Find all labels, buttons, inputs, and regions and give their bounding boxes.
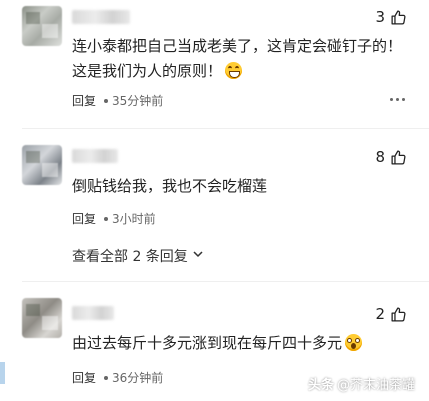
more-options-icon[interactable] <box>390 98 405 101</box>
reply-button[interactable]: 回复 <box>72 210 96 227</box>
like-count: 2 <box>375 305 385 323</box>
watermark-platform: 头条 <box>307 378 334 393</box>
watermark: 头条 @芥末油茶罐 <box>308 374 415 393</box>
comment-meta: 回复 35分钟前 <box>72 92 163 109</box>
grinning-emoji-icon <box>225 62 243 79</box>
separator-dot <box>104 98 109 103</box>
screaming-emoji-icon <box>345 334 363 351</box>
thumbs-up-icon <box>390 9 407 26</box>
divider <box>22 128 429 129</box>
comment-body: 由过去每斤十多元涨到现在每斤四十多元 <box>72 334 343 352</box>
scroll-edge-marker <box>0 362 5 384</box>
comment-meta: 回复 36分钟前 <box>72 369 163 386</box>
username-blurred[interactable] <box>72 306 114 320</box>
divider <box>22 281 429 282</box>
reply-button[interactable]: 回复 <box>72 369 96 386</box>
like-button[interactable]: 8 <box>375 148 407 166</box>
like-button[interactable]: 2 <box>375 305 407 323</box>
thumbs-up-icon <box>390 306 407 323</box>
reply-button[interactable]: 回复 <box>72 92 96 109</box>
like-count: 3 <box>375 8 385 26</box>
avatar[interactable] <box>22 6 62 46</box>
avatar[interactable] <box>22 145 62 185</box>
like-button[interactable]: 3 <box>375 8 407 26</box>
comment-text: 由过去每斤十多元涨到现在每斤四十多元 <box>72 331 407 356</box>
comment-meta: 回复 3小时前 <box>72 210 156 227</box>
view-all-replies-button[interactable]: 查看全部 2 条回复 <box>72 246 204 266</box>
comment-text: 连小泰都把自己当成老美了，这肯定会碰钉子的！这是我们为人的原则！ <box>72 34 407 84</box>
watermark-author: @芥末油茶罐 <box>336 378 415 393</box>
timestamp: 3小时前 <box>112 212 156 226</box>
comment-body: 倒贴钱给我，我也不会吃榴莲 <box>72 177 268 195</box>
comment-text: 倒贴钱给我，我也不会吃榴莲 <box>72 174 407 199</box>
avatar[interactable] <box>22 298 62 338</box>
like-count: 8 <box>375 148 385 166</box>
thumbs-up-icon <box>390 149 407 166</box>
view-all-replies-label: 查看全部 2 条回复 <box>72 249 188 265</box>
username-blurred[interactable] <box>72 10 130 24</box>
separator-dot <box>104 216 109 221</box>
username-blurred[interactable] <box>72 149 118 163</box>
timestamp: 36分钟前 <box>112 371 164 385</box>
chevron-down-icon <box>192 248 204 264</box>
separator-dot <box>104 375 109 380</box>
timestamp: 35分钟前 <box>112 94 164 108</box>
